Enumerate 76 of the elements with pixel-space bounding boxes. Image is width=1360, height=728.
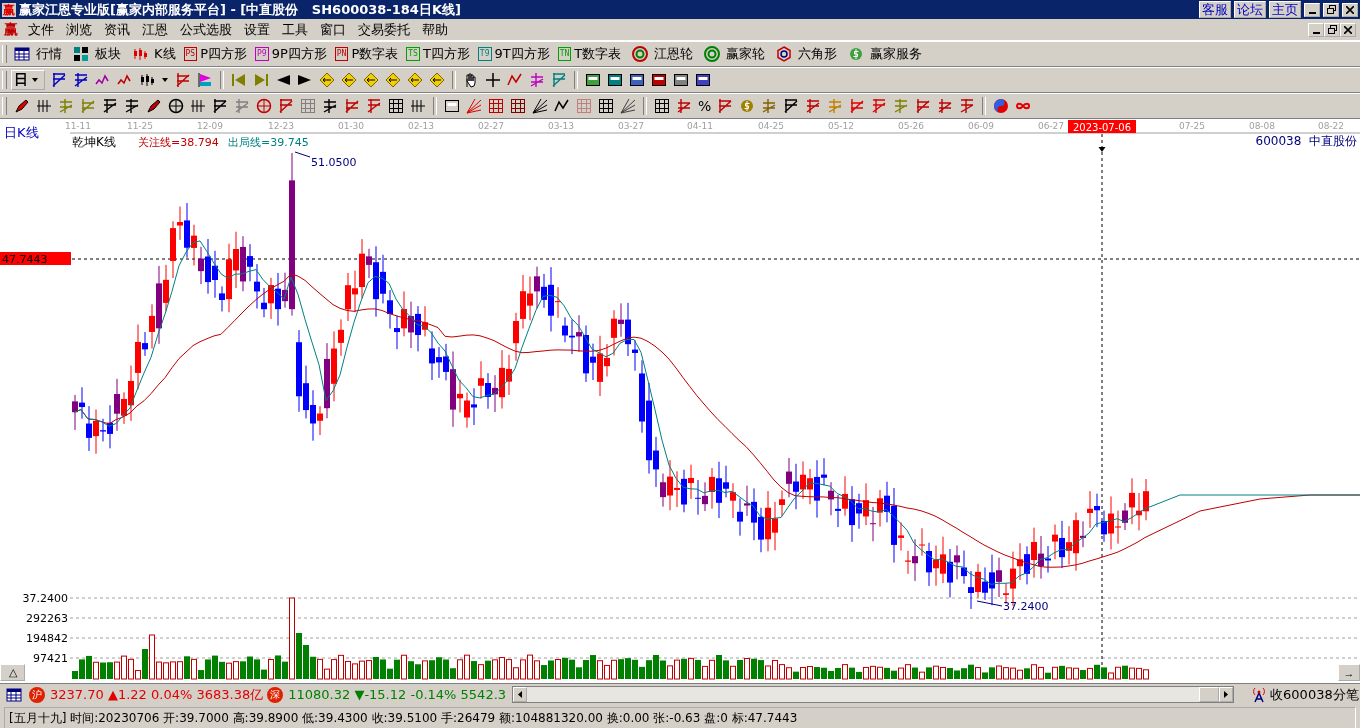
badge-icon: PS bbox=[183, 47, 198, 61]
app-logo: 赢 bbox=[2, 2, 16, 17]
date-label: 07-25 bbox=[1178, 121, 1206, 131]
date-label: 05-12 bbox=[827, 121, 855, 131]
badge-icon: P9 bbox=[255, 47, 269, 61]
toolbar-button[interactable]: 9P四方形 bbox=[271, 45, 327, 63]
date-label: 02-13 bbox=[407, 121, 435, 131]
toolbar-button[interactable]: 赢家服务 bbox=[870, 45, 923, 63]
menu-item[interactable]: 工具 bbox=[278, 20, 316, 39]
toolbar-button[interactable]: 赢家轮 bbox=[726, 45, 766, 63]
date-label: 12-23 bbox=[267, 121, 295, 131]
date-label: 03-13 bbox=[547, 121, 575, 131]
index-quote: 11080.32 ▼-15.12 -0.14% 5542.3 bbox=[288, 687, 507, 702]
next-button[interactable]: → bbox=[1338, 664, 1360, 681]
toolbar-button[interactable]: 行情 bbox=[36, 45, 62, 63]
date-label: 11-25 bbox=[126, 121, 154, 131]
toolbar-button[interactable]: 9T四方形 bbox=[494, 45, 550, 63]
date-label: 11-11 bbox=[64, 121, 92, 131]
toolbar-button[interactable]: 江恩轮 bbox=[654, 45, 694, 63]
header-link[interactable]: 客服 bbox=[1199, 1, 1231, 18]
menu-item[interactable]: 文件 bbox=[24, 20, 62, 39]
window-title: 赢家江恩专业版[赢家内部服务平台] - [中直股份 SH600038-184日K线] bbox=[19, 0, 462, 19]
date-label: 02-27 bbox=[477, 121, 505, 131]
bar-info-text: [五月十九] 时间:20230706 开:39.7000 高:39.8900 低:39.4300 收:39.5100 手:26479 额:104881320.00 换:0.00 张:-0.63 盘:0 标:47.7443 bbox=[4, 707, 1356, 728]
cursor-price-label: 47.7443 bbox=[0, 252, 71, 266]
date-label: 08-08 bbox=[1248, 121, 1276, 131]
axis-label: 292263 bbox=[26, 612, 68, 625]
toolbar-button[interactable]: 六角形 bbox=[798, 45, 838, 63]
market-badge: 深 bbox=[267, 686, 284, 703]
date-label: 08-22 bbox=[1317, 121, 1345, 131]
tick-data-label: 收600038分笔 bbox=[1270, 685, 1359, 704]
toolbar-button[interactable]: T四方形 bbox=[422, 45, 470, 63]
date-label: 05-26 bbox=[897, 121, 925, 131]
menu-item[interactable]: 浏览 bbox=[62, 20, 100, 39]
date-label: 03-27 bbox=[617, 121, 645, 131]
toolbar-button[interactable]: P四方形 bbox=[200, 45, 247, 63]
toolbar-button[interactable]: T数字表 bbox=[574, 45, 622, 63]
menu-item[interactable]: 窗口 bbox=[316, 20, 354, 39]
header-link[interactable]: 主页 bbox=[1269, 1, 1301, 18]
axis-label: 194842 bbox=[26, 632, 68, 645]
indicator-name: 乾坤K线 bbox=[72, 135, 116, 149]
market-badge: 沪 bbox=[29, 686, 45, 703]
badge-icon: PN bbox=[334, 47, 349, 61]
date-label: 06-27 bbox=[1037, 121, 1065, 131]
percent-button[interactable]: % bbox=[698, 98, 712, 114]
date-label: 12-09 bbox=[196, 121, 224, 131]
exit-line-value: 出局线=39.745 bbox=[228, 136, 309, 149]
date-label: 04-11 bbox=[686, 121, 714, 131]
menu-item[interactable]: 资讯 bbox=[100, 20, 138, 39]
axis-label: 97421 bbox=[33, 652, 68, 665]
badge-icon: T9 bbox=[477, 47, 492, 61]
date-label: 04-25 bbox=[757, 121, 785, 131]
index-quote: 3237.70 ▲1.22 0.04% 3683.38亿 bbox=[50, 685, 264, 704]
badge-icon: TS bbox=[406, 47, 420, 61]
menu-item[interactable]: 江恩 bbox=[138, 20, 176, 39]
menu-item[interactable]: 交易委托 bbox=[354, 20, 418, 39]
period-dropdown[interactable]: 日 bbox=[11, 70, 45, 90]
toolbar-button[interactable]: P数字表 bbox=[351, 45, 399, 63]
badge-icon: TN bbox=[557, 47, 572, 61]
menu-item[interactable]: 公式选股 bbox=[176, 20, 240, 39]
toolbar-button[interactable]: K线 bbox=[154, 45, 176, 63]
period-label: 日K线 bbox=[4, 125, 39, 140]
low-price-label: 37.2400 bbox=[1003, 600, 1049, 613]
app-logo: 赢 bbox=[4, 20, 18, 39]
axis-label: 37.2400 bbox=[22, 592, 68, 605]
watch-line-value: 关注线=38.794 bbox=[138, 136, 219, 149]
toolbar-button[interactable]: 板块 bbox=[95, 45, 121, 63]
high-price-label: 51.0500 bbox=[311, 156, 357, 169]
header-link[interactable]: 论坛 bbox=[1234, 1, 1266, 18]
menu-item[interactable]: 设置 bbox=[240, 20, 278, 39]
date-label: 01-30 bbox=[337, 121, 365, 131]
menu-item[interactable]: 帮助 bbox=[418, 20, 456, 39]
collapse-button[interactable]: △ bbox=[0, 664, 25, 681]
cursor-date-label: 2023-07-06 bbox=[1068, 120, 1136, 133]
stock-name: 600038 中直股份 bbox=[1255, 134, 1357, 148]
date-label: 06-09 bbox=[967, 121, 995, 131]
